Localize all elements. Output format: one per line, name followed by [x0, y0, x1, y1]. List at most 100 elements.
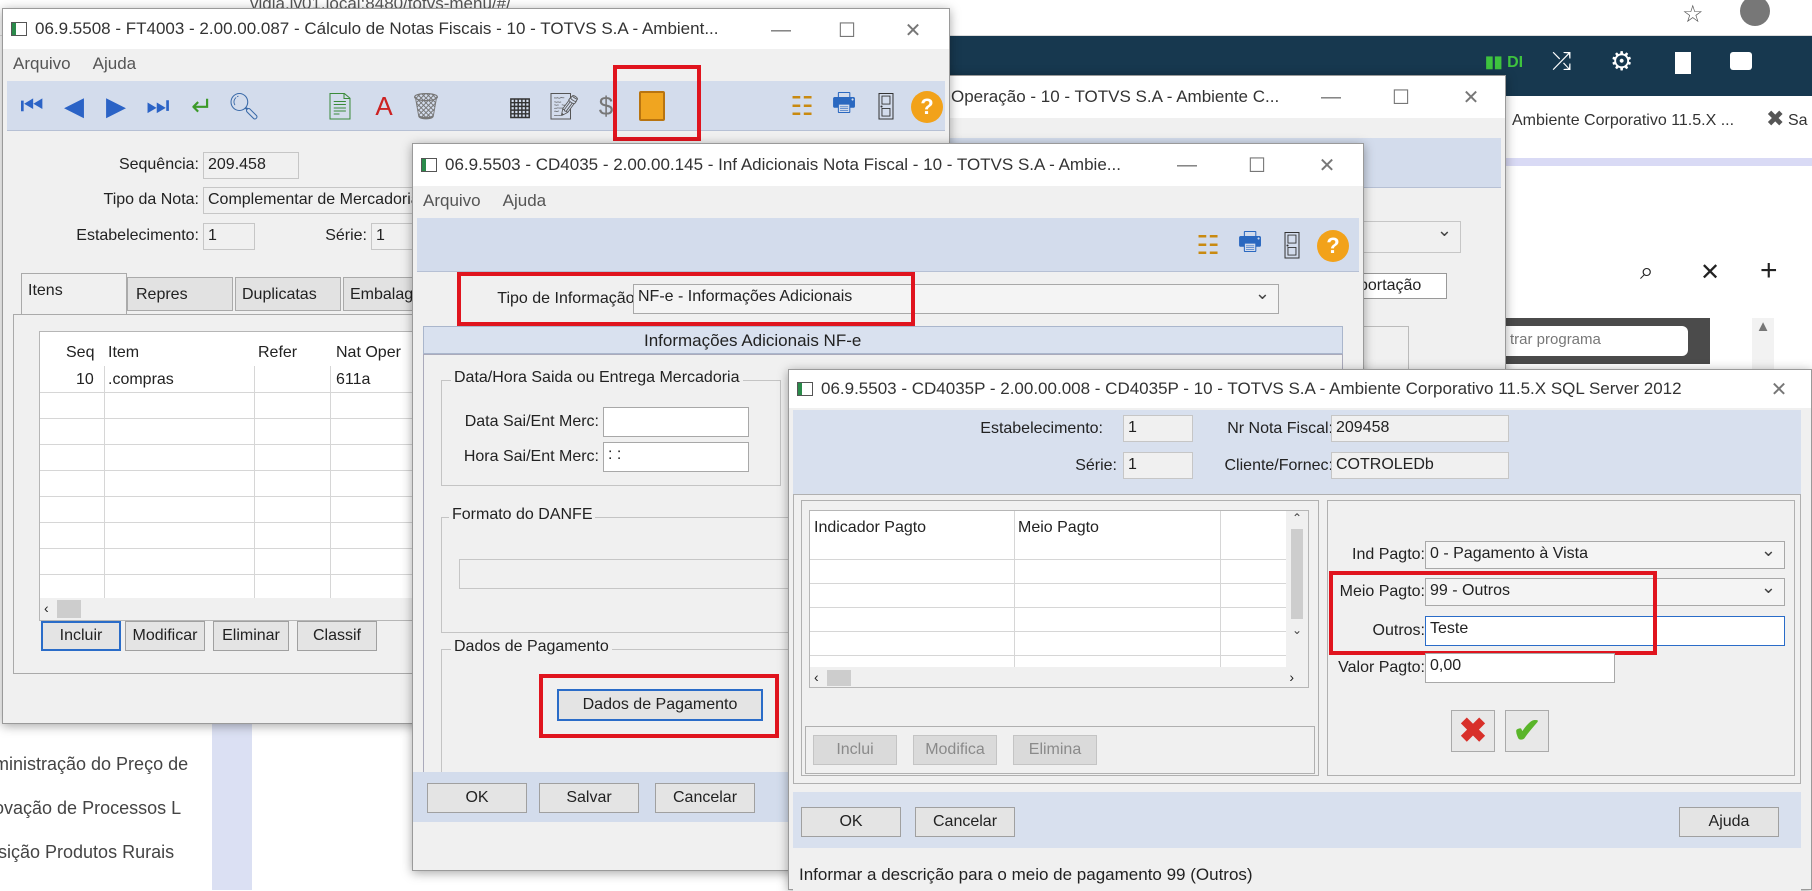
print-icon[interactable]: 🖶︎	[1233, 226, 1267, 262]
tab-duplicatas[interactable]: Duplicatas	[235, 277, 341, 311]
valor-pagto-field[interactable]: 0,00	[1425, 653, 1615, 683]
chat-icon[interactable]	[1730, 52, 1752, 70]
minimize-button[interactable]: —	[1157, 144, 1217, 186]
maximize-button[interactable]: ☐	[817, 9, 877, 51]
help-icon[interactable]: ?	[911, 91, 943, 123]
estab-label: Estabelecimento:	[980, 420, 1103, 437]
exit-icon[interactable]: 🚪︎	[1275, 228, 1309, 262]
horizontal-scrollbar[interactable]: ‹	[40, 598, 428, 620]
ind-pagto-select[interactable]: 0 - Pagamento à Vista	[1425, 541, 1785, 569]
close-button[interactable]: ✕	[1441, 76, 1501, 118]
profile-icon[interactable]	[1740, 0, 1770, 26]
classif-button[interactable]: Classif	[297, 621, 377, 651]
horizontal-scrollbar[interactable]: ‹ ›	[810, 667, 1308, 687]
nf-field[interactable]: 209458	[1331, 415, 1509, 442]
modificar-button[interactable]: Modificar	[125, 621, 205, 651]
ft4003-toolbar: ⏮ ◀ ▶ ⏭ ↵ 🔍︎ 📄︎ A 🗑︎ ▦ 📝︎ $ ☷ 🖶︎ 🚪︎ ?	[7, 81, 945, 131]
sidebar-item[interactable]: ovação de Processos L	[0, 798, 181, 819]
meio-outros-highlight	[1329, 571, 1657, 655]
close-button[interactable]: ✕	[1297, 144, 1357, 186]
status-bar: Informar a descrição para o meio de paga…	[793, 861, 1801, 891]
eliminar-button[interactable]: Eliminar	[213, 621, 289, 651]
estab-field[interactable]: 1	[203, 223, 255, 250]
serie-field[interactable]: 1	[1123, 452, 1193, 479]
search-icon[interactable]: 🔍︎	[227, 89, 261, 123]
star-icon[interactable]: ☆	[1682, 0, 1704, 29]
next-record-icon[interactable]: ▶	[99, 89, 133, 123]
minimize-button[interactable]: —	[751, 9, 811, 51]
cancelar-button[interactable]: Cancelar	[915, 807, 1015, 837]
clear-icon[interactable]: ✕	[1700, 258, 1720, 287]
maximize-button[interactable]: ☐	[1371, 76, 1431, 118]
signal-icon: ▮▮ DI	[1485, 54, 1524, 71]
tab-repres[interactable]: Repres	[127, 277, 233, 311]
pagto-grid[interactable]: Indicador Pagto Meio Pagto ⌃ ⌄ ‹ ›	[809, 510, 1309, 688]
tab-ambiente[interactable]: Ambiente Corporativo 11.5.X ...	[1512, 112, 1734, 130]
itens-grid[interactable]: Seq Item Refer Nat Oper 10 .compras 611a…	[39, 331, 429, 621]
ok-button[interactable]: OK	[427, 783, 527, 813]
ok-button[interactable]: OK	[801, 807, 901, 837]
tab-sa[interactable]: Sa	[1788, 112, 1808, 130]
last-record-icon[interactable]: ⏭	[141, 89, 175, 123]
ajuda-button[interactable]: Ajuda	[1679, 807, 1779, 837]
print-icon[interactable]: 🖶︎	[827, 87, 861, 123]
tab-importacao[interactable]: portação	[1355, 273, 1447, 299]
menu-arquivo[interactable]: Arquivo	[423, 191, 481, 211]
tab-embalag[interactable]: Embalag	[343, 277, 423, 311]
incluir-button[interactable]: Incluir	[41, 621, 121, 651]
confirm-icon[interactable]: ✔	[1505, 710, 1549, 752]
help-icon[interactable]: ?	[1317, 230, 1349, 262]
window-title: Operação - 10 - TOTVS S.A - Ambiente C..…	[951, 87, 1280, 106]
delete-icon[interactable]: 🗑︎	[409, 89, 443, 123]
tree-icon[interactable]: ☷	[1191, 228, 1225, 262]
sidebar-item[interactable]: ministração do Preço de	[0, 754, 188, 775]
shuffle-icon[interactable]: ⤮	[1552, 48, 1571, 76]
prev-record-icon[interactable]: ◀	[57, 89, 91, 123]
salvar-button[interactable]: Salvar	[539, 783, 639, 813]
calculator-icon[interactable]: ▦	[503, 89, 537, 123]
gear-icon[interactable]: ⚙	[1610, 46, 1633, 77]
cancel-icon[interactable]: ✖	[1451, 710, 1495, 752]
first-record-icon[interactable]: ⏮	[15, 89, 49, 123]
program-search-input[interactable]: trar programa	[1500, 326, 1688, 356]
inclui-button[interactable]: Inclui	[813, 735, 897, 765]
estab-field[interactable]: 1	[1123, 415, 1193, 442]
new-document-icon[interactable]: 📄︎	[323, 89, 357, 123]
tipo-nota-field[interactable]: Complementar de Mercadoria	[203, 187, 423, 214]
cliente-field[interactable]: COTROLEDb	[1331, 452, 1509, 479]
modifica-button[interactable]: Modifica	[913, 735, 997, 765]
document-icon[interactable]	[1675, 52, 1691, 74]
col-nat-oper: Nat Oper	[336, 344, 401, 361]
edit-icon[interactable]: A	[367, 89, 401, 123]
close-button[interactable]: ✕	[1749, 370, 1809, 408]
goto-icon[interactable]: ↵	[185, 89, 219, 123]
close-button[interactable]: ✕	[883, 9, 943, 51]
maximize-button[interactable]: ☐	[1227, 144, 1287, 186]
notes-icon[interactable]: 📝︎	[547, 89, 581, 123]
vertical-scrollbar[interactable]: ⌃ ⌄	[1286, 511, 1308, 667]
close-icon[interactable]: ✖	[1766, 106, 1784, 132]
col-indicador: Indicador Pagto	[814, 519, 927, 536]
cell-nat: 611a	[336, 371, 371, 388]
data-field[interactable]	[603, 407, 749, 437]
add-icon[interactable]: +	[1760, 254, 1778, 288]
formato-group-title: Formato do DANFE	[449, 506, 596, 524]
operacao-combo[interactable]	[1361, 221, 1461, 253]
data-label: Data Sai/Ent Merc:	[464, 413, 599, 430]
tab-itens[interactable]: Itens	[21, 273, 127, 315]
cancelar-button[interactable]: Cancelar	[655, 783, 755, 813]
exit-icon[interactable]: 🚪︎	[869, 89, 903, 123]
minimize-button[interactable]: —	[1301, 76, 1361, 118]
menu-ajuda[interactable]: Ajuda	[93, 54, 136, 74]
search-icon[interactable]: ⌕	[1640, 258, 1653, 286]
app-icon	[11, 22, 27, 36]
sidebar-item[interactable]: isição Produtos Rurais	[0, 842, 174, 863]
window-title: 06.9.5503 - CD4035 - 2.00.00.145 - Inf A…	[445, 155, 1121, 174]
elimina-button[interactable]: Elimina	[1013, 735, 1097, 765]
hora-field[interactable]: : :	[603, 442, 749, 472]
menu-arquivo[interactable]: Arquivo	[13, 54, 71, 74]
tipo-nota-label: Tipo da Nota:	[103, 191, 199, 208]
menu-ajuda[interactable]: Ajuda	[503, 191, 546, 211]
seq-field[interactable]: 209.458	[203, 152, 299, 179]
tree-icon[interactable]: ☷	[785, 89, 819, 123]
